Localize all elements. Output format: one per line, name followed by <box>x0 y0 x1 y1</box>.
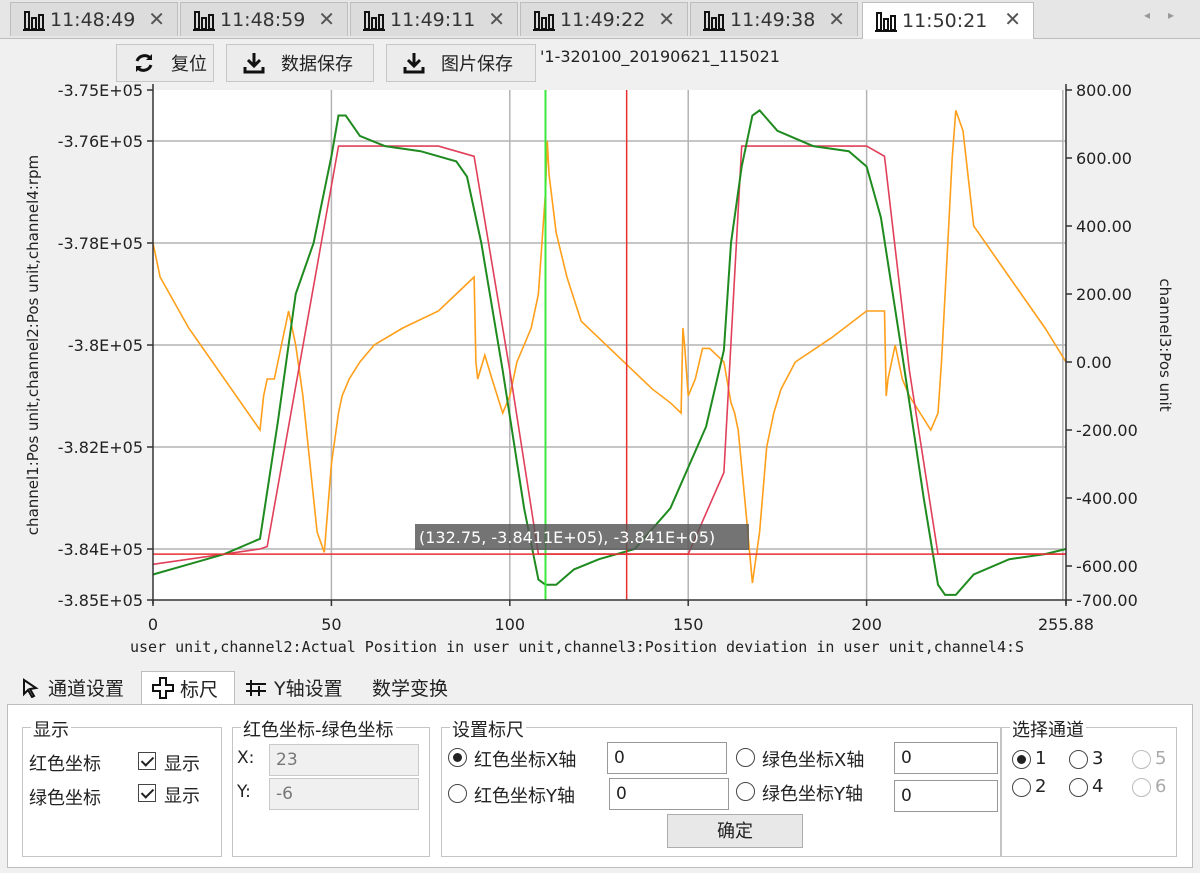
channel-radio-4[interactable] <box>1069 778 1088 797</box>
diff-group-title: 红色坐标-绿色坐标 <box>241 716 396 742</box>
diff-x-value: 23 <box>269 744 419 776</box>
y-left-tick-label: -3.84E+05 <box>58 540 143 559</box>
y-right-tick-label: 600.00 <box>1076 149 1132 168</box>
red-show-checkbox[interactable] <box>138 752 156 770</box>
ruler-settings-panel: 显示 红色坐标 显示 绿色坐标 显示 红色坐标-绿色坐标 X: 23 Y: -6… <box>7 704 1193 868</box>
channel-radio-5 <box>1132 750 1151 769</box>
y-right-tick-label: -600.00 <box>1076 557 1138 576</box>
y-left-tick-label: -3.76E+05 <box>58 132 143 151</box>
diff-y-value: -6 <box>269 778 419 810</box>
y-left-tick-label: -3.82E+05 <box>58 438 143 457</box>
green-show-checkbox[interactable] <box>138 784 156 802</box>
axis-icon <box>246 679 266 696</box>
tab-ruler[interactable]: 标尺 <box>141 671 235 704</box>
y-right-tick-label: 0.00 <box>1076 353 1112 372</box>
red-x-radio[interactable] <box>448 748 467 767</box>
diff-x-label: X: <box>237 748 255 768</box>
y-axis-left-label: channel1:Pos unit,channel2:Pos unit,chan… <box>24 155 42 535</box>
green-coord-label: 绿色坐标 <box>29 788 101 809</box>
channel-label-2: 2 <box>1035 776 1047 797</box>
green-show-label: 显示 <box>164 786 200 807</box>
diff-group: 红色坐标-绿色坐标 X: 23 Y: -6 <box>232 716 430 857</box>
ok-button[interactable]: 确定 <box>667 814 803 848</box>
channel-group-title: 选择通道 <box>1010 716 1086 742</box>
y-left-tick-label: -3.75E+05 <box>58 81 143 100</box>
green-x-radio[interactable] <box>736 748 755 767</box>
green-y-input[interactable] <box>894 780 998 812</box>
x-axis-label: user unit,channel2:Actual Position in us… <box>130 638 1024 656</box>
y-right-tick-label: 400.00 <box>1076 217 1132 236</box>
red-y-radio[interactable] <box>448 784 467 803</box>
display-group-title: 显示 <box>31 716 71 742</box>
tab-ruler-label: 标尺 <box>180 678 219 701</box>
green-y-radio-label: 绿色坐标Y轴 <box>762 784 863 805</box>
green-y-radio[interactable] <box>736 782 755 801</box>
cursor-tooltip: (132.75, -3.8411E+05), -3.841E+05) <box>415 524 749 550</box>
channel-radio-1[interactable] <box>1012 750 1031 769</box>
channel-radio-6 <box>1132 778 1151 797</box>
x-tick-label: 0 <box>148 615 158 634</box>
channel-label-4: 4 <box>1092 776 1104 797</box>
x-tick-label: 150 <box>673 615 704 634</box>
tab-channel-settings-label: 通道设置 <box>48 678 125 700</box>
red-x-input[interactable] <box>607 742 727 774</box>
x-tick-label: 200 <box>851 615 882 634</box>
x-tick-label: 100 <box>495 615 526 634</box>
green-x-input[interactable] <box>894 742 998 774</box>
y-right-tick-label: 200.00 <box>1076 285 1132 304</box>
x-tick-label: 255.88 <box>1038 615 1094 634</box>
channel-label-6: 6 <box>1155 776 1167 797</box>
y-right-tick-label: -700.00 <box>1076 591 1138 610</box>
cursor-icon <box>23 677 39 698</box>
y-right-tick-label: 800.00 <box>1076 81 1132 100</box>
y-left-tick-label: -3.8E+05 <box>68 336 143 355</box>
y-left-tick-label: -3.85E+05 <box>58 591 143 610</box>
y-axis-right-label: channel3:Pos unit <box>1156 278 1174 411</box>
x-tick-label: 50 <box>321 615 341 634</box>
y-left-tick-label: -3.78E+05 <box>58 234 143 253</box>
tab-y-axis-settings-label: Y轴设置 <box>274 678 343 700</box>
channel-group: 选择通道 1 3 5 2 4 6 <box>1001 716 1177 857</box>
channel-label-3: 3 <box>1092 748 1104 769</box>
red-show-label: 显示 <box>164 754 200 775</box>
red-coord-label: 红色坐标 <box>29 754 101 775</box>
tab-math-transform-label: 数学变换 <box>371 678 448 700</box>
red-x-radio-label: 红色坐标X轴 <box>474 750 577 771</box>
crosshair-icon <box>152 677 174 699</box>
bottom-panel: 通道设置 标尺 Y轴设置 数学变换 显示 红色坐标 显示 绿色坐标 显示 红色坐… <box>0 668 1200 873</box>
red-y-input[interactable] <box>609 778 729 810</box>
y-right-tick-label: -400.00 <box>1076 489 1138 508</box>
tab-y-axis-settings[interactable]: Y轴设置 <box>240 671 358 704</box>
tab-math-transform[interactable]: 数学变换 <box>364 671 456 704</box>
set-ruler-group-title: 设置标尺 <box>450 716 526 742</box>
green-x-radio-label: 绿色坐标X轴 <box>762 750 865 771</box>
cursor-tooltip-text: (132.75, -3.8411E+05), -3.841E+05) <box>419 528 715 547</box>
diff-y-label: Y: <box>237 782 251 802</box>
red-y-radio-label: 红色坐标Y轴 <box>474 786 575 807</box>
display-group: 显示 红色坐标 显示 绿色坐标 显示 <box>22 716 222 857</box>
channel-radio-2[interactable] <box>1012 778 1031 797</box>
chart-area[interactable]: (132.75, -3.8411E+05), -3.841E+05) 0 50 10… <box>0 0 1200 668</box>
set-ruler-group: 设置标尺 红色坐标X轴 绿色坐标X轴 红色坐标Y轴 绿色坐标Y轴 确定 <box>441 716 1001 857</box>
channel-radio-3[interactable] <box>1069 750 1088 769</box>
tab-channel-settings[interactable]: 通道设置 <box>14 671 138 704</box>
y-right-tick-label: -200.00 <box>1076 421 1138 440</box>
channel-label-5: 5 <box>1155 748 1167 769</box>
channel-label-1: 1 <box>1035 748 1047 769</box>
